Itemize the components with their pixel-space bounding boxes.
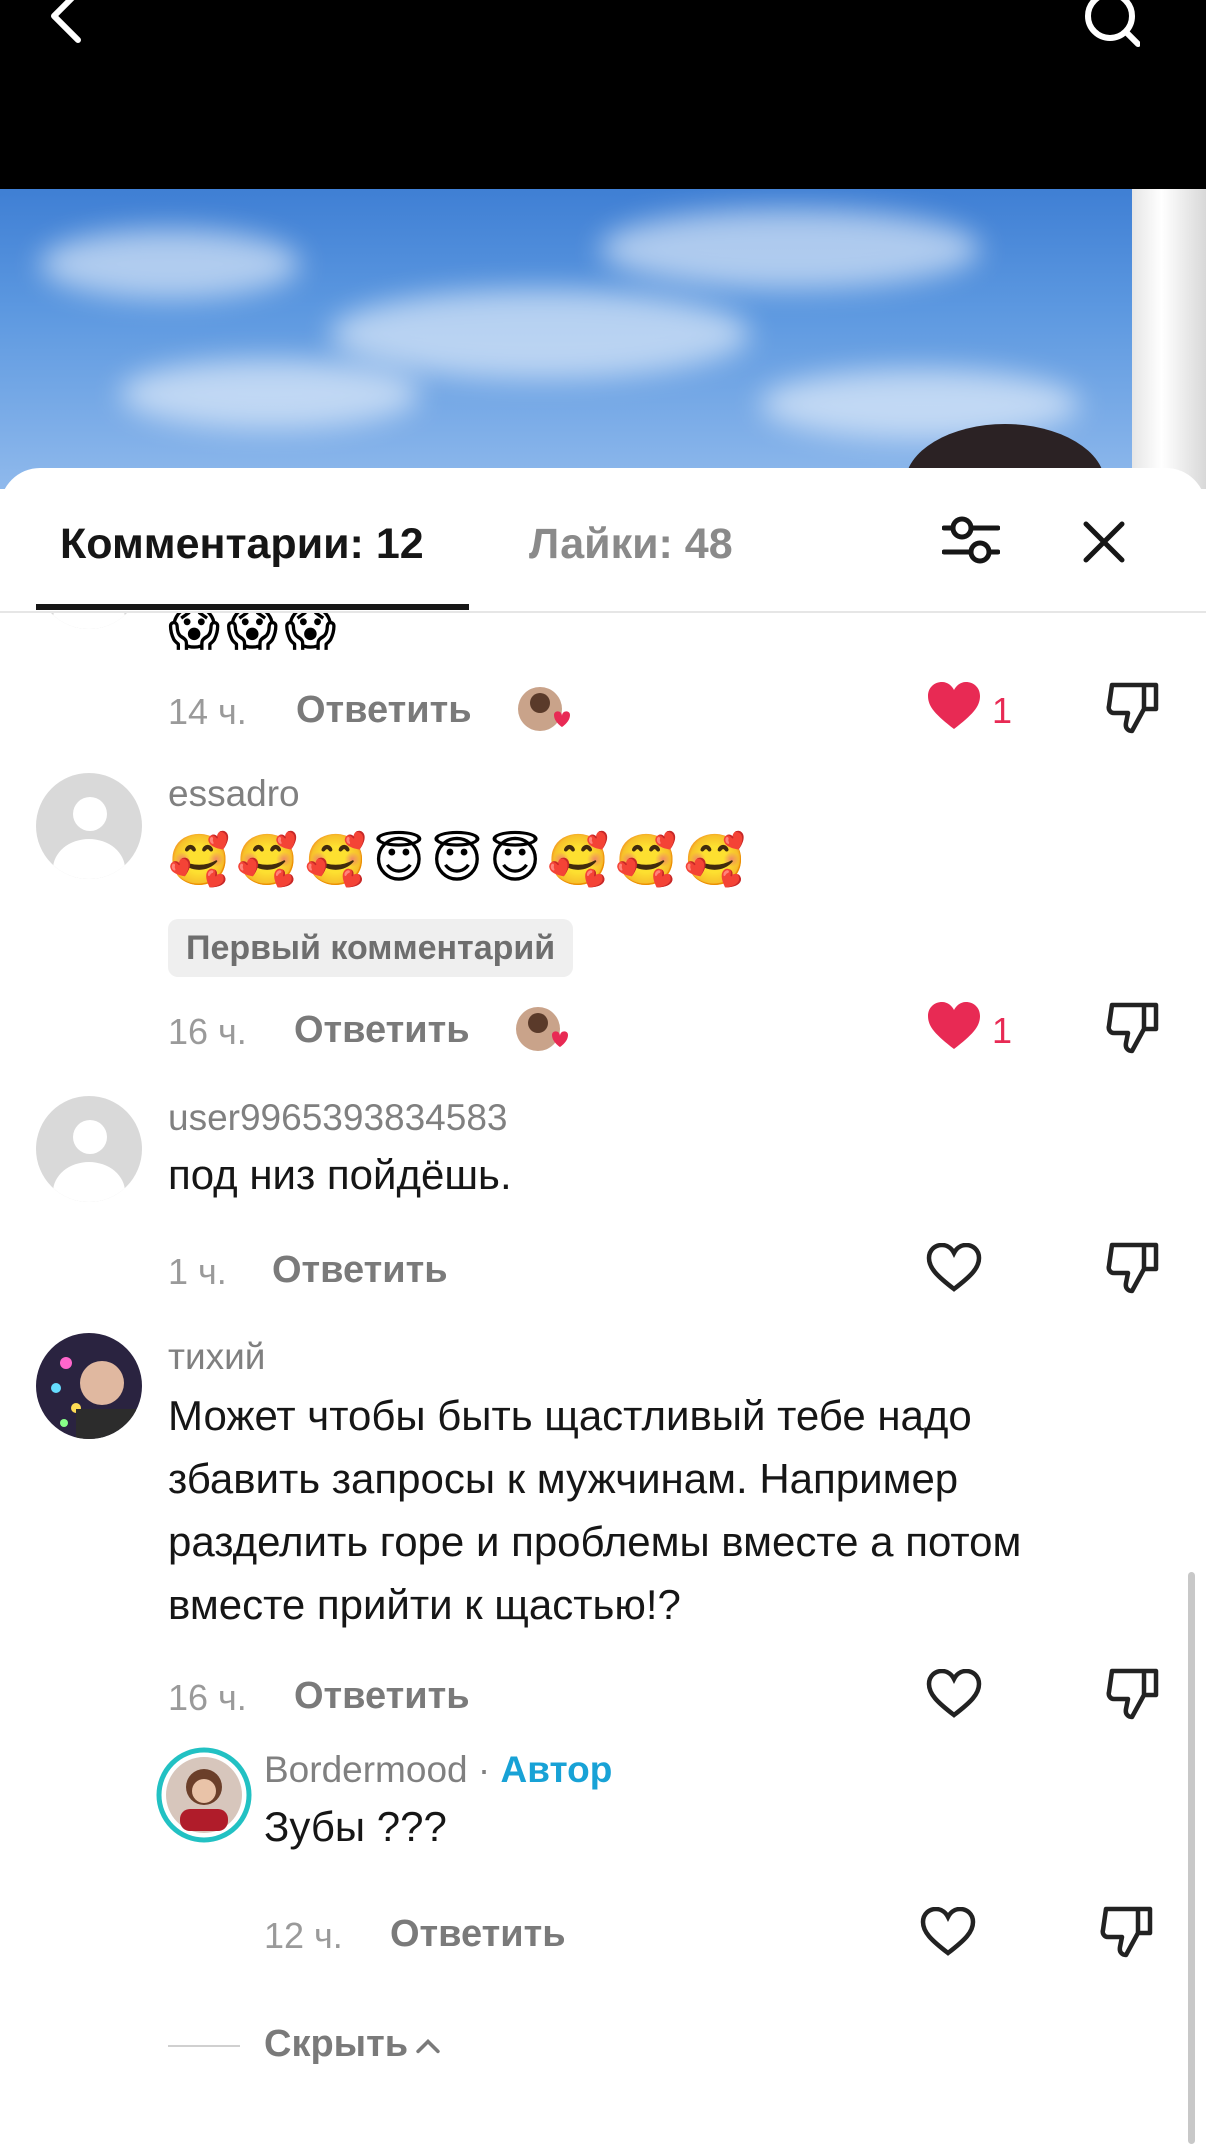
- reply-button[interactable]: Ответить: [272, 1249, 448, 1292]
- reply-button[interactable]: Ответить: [390, 1913, 566, 1956]
- heart-icon[interactable]: [926, 1001, 982, 1051]
- first-comment-badge: Первый комментарий: [168, 919, 574, 977]
- avatar[interactable]: [36, 613, 142, 629]
- dislike-icon[interactable]: [1104, 679, 1162, 737]
- comment-text: под низ пойдёшь.: [168, 1151, 512, 1198]
- like-count: 1: [992, 690, 1013, 731]
- comment-username[interactable]: essadro: [168, 773, 300, 815]
- tab-bar: Комментарии: 12 Лайки: 48: [0, 468, 1206, 613]
- back-icon[interactable]: [44, 0, 88, 44]
- dislike-icon[interactable]: [1104, 1665, 1162, 1723]
- avatar[interactable]: [36, 1333, 142, 1439]
- heart-outline-icon[interactable]: [920, 1907, 976, 1957]
- filter-icon[interactable]: [942, 512, 1000, 568]
- comment-text: 🥰🥰🥰😇😇😇🥰🥰🥰: [168, 832, 752, 888]
- heart-icon[interactable]: [926, 681, 982, 731]
- comment-time: 14 ч.: [168, 691, 247, 732]
- author-avatar[interactable]: [156, 1747, 252, 1843]
- comment-text-line: вместе прийти к щастью!?: [168, 1581, 681, 1628]
- scrollbar[interactable]: [1188, 1572, 1195, 2144]
- reply-text: Зубы ???: [264, 1803, 447, 1850]
- comment-text: 😱😱😱: [168, 613, 343, 656]
- comment-time: 16 ч.: [168, 1011, 247, 1052]
- chevron-up-icon: [416, 2038, 440, 2054]
- comment-text-line: разделить горе и проблемы вместе а потом: [168, 1518, 1022, 1565]
- reply-button[interactable]: Ответить: [296, 689, 472, 732]
- close-icon[interactable]: [1080, 518, 1128, 566]
- heart-outline-icon[interactable]: [926, 1243, 982, 1293]
- comments-sheet: Комментарии: 12 Лайки: 48 😱😱😱 14 ч. Отве…: [0, 468, 1206, 2144]
- search-icon[interactable]: [1080, 0, 1140, 50]
- active-tab-indicator: [36, 604, 469, 610]
- tab-likes[interactable]: Лайки: 48: [529, 520, 733, 569]
- like-count: 1: [992, 1010, 1013, 1051]
- hide-label: Скрыть: [264, 2023, 409, 2065]
- comment-list[interactable]: 😱😱😱 14 ч. Ответить 1 essadro 🥰🥰🥰😇😇😇🥰🥰🥰 П…: [0, 613, 1206, 2144]
- author-tag: Автор: [500, 1749, 613, 1790]
- reply-username-text[interactable]: Bordermood: [264, 1749, 468, 1790]
- author-liked-avatar-icon: [518, 687, 570, 731]
- avatar[interactable]: [36, 773, 142, 879]
- tab-comments[interactable]: Комментарии: 12: [60, 520, 424, 569]
- top-bar: [0, 0, 1206, 189]
- divider: [168, 2045, 240, 2047]
- comment-time: 16 ч.: [168, 1677, 247, 1718]
- comment-text-line: Может чтобы быть щастливый тебе надо: [168, 1392, 972, 1439]
- comment-text: Может чтобы быть щастливый тебе надо зба…: [168, 1384, 1021, 1636]
- author-liked-avatar-icon: [516, 1007, 568, 1051]
- username-separator: ·: [467, 1749, 501, 1790]
- comment-username[interactable]: тихий: [168, 1336, 265, 1378]
- reply-button[interactable]: Ответить: [294, 1675, 470, 1718]
- reply-username: Bordermood · Автор: [264, 1749, 612, 1791]
- dislike-icon[interactable]: [1098, 1903, 1156, 1961]
- comment-text-line: збавить запросы к мужчинам. Например: [168, 1455, 959, 1502]
- dislike-icon[interactable]: [1104, 1239, 1162, 1297]
- video-preview[interactable]: [0, 189, 1206, 489]
- reply-button[interactable]: Ответить: [294, 1009, 470, 1052]
- avatar[interactable]: [36, 1096, 142, 1202]
- reply-time: 12 ч.: [264, 1915, 343, 1956]
- comment-time: 1 ч.: [168, 1251, 227, 1292]
- dislike-icon[interactable]: [1104, 999, 1162, 1057]
- heart-outline-icon[interactable]: [926, 1669, 982, 1719]
- comment-username[interactable]: user9965393834583: [168, 1097, 508, 1139]
